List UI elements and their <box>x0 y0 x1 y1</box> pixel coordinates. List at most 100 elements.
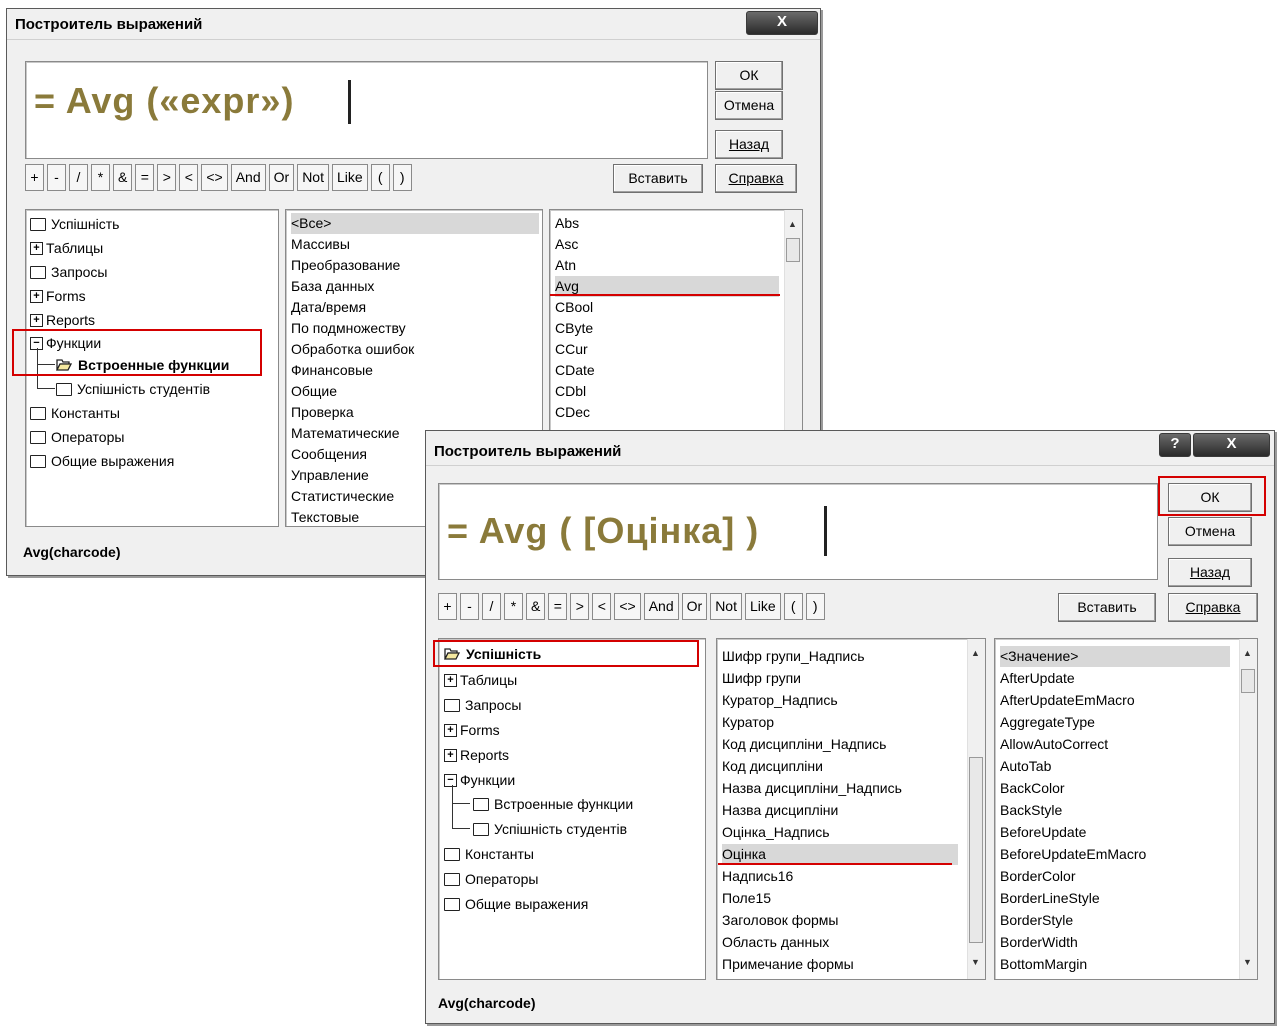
list-item[interactable]: Область данных <box>722 932 829 953</box>
list-item[interactable]: AutoTab <box>1000 756 1051 777</box>
list-item[interactable]: Назва дисципліни <box>722 800 838 821</box>
list-item[interactable]: Массивы <box>291 234 350 255</box>
title-bar[interactable]: Построитель выражений X <box>7 9 820 40</box>
list-item[interactable]: Надпись16 <box>722 866 793 887</box>
scroll-thumb[interactable] <box>969 757 983 943</box>
list-item[interactable]: AggregateType <box>1000 712 1095 733</box>
help-button[interactable]: Справка <box>715 164 797 193</box>
expand-icon[interactable]: + <box>30 289 43 303</box>
list-item[interactable]: BorderWidth <box>1000 932 1078 953</box>
op-minus[interactable]: - <box>47 164 66 191</box>
op-like[interactable]: Like <box>331 164 368 191</box>
list-item[interactable]: Сообщения <box>291 444 367 465</box>
tree-item-reports[interactable]: + Reports <box>444 744 509 766</box>
list-item[interactable]: CDec <box>555 402 590 423</box>
op-open-paren[interactable]: ( <box>783 593 803 620</box>
list-item[interactable]: BeforeUpdate <box>1000 822 1086 843</box>
help-button[interactable]: Справка <box>1168 593 1258 622</box>
op-equal[interactable]: = <box>135 164 155 191</box>
back-button[interactable]: Назад <box>1168 558 1252 587</box>
expand-icon[interactable]: + <box>444 673 457 687</box>
close-button[interactable]: X <box>1193 433 1270 457</box>
tree-item-forms[interactable]: + Forms <box>30 285 86 307</box>
field-list[interactable]: Шифр групи_Надпись Шифр групи Куратор_На… <box>716 638 986 980</box>
op-greater[interactable]: > <box>157 164 177 191</box>
list-item[interactable]: AfterUpdate <box>1000 668 1075 689</box>
tree-item-operators[interactable]: Операторы <box>444 868 538 890</box>
op-and[interactable]: And <box>230 164 266 191</box>
list-item[interactable]: CByte <box>555 318 593 339</box>
close-button[interactable]: X <box>746 11 818 35</box>
scrollbar[interactable]: ▲ ▼ <box>1239 639 1257 979</box>
tree-item-queries[interactable]: Запросы <box>30 261 107 283</box>
op-close-paren[interactable]: ) <box>805 593 825 620</box>
op-concat[interactable]: & <box>526 593 546 620</box>
op-not[interactable]: Not <box>710 593 742 620</box>
tree-item-uspishnist-studentiv[interactable]: Успішність студентів <box>56 378 210 400</box>
tree-item-forms[interactable]: + Forms <box>444 719 500 741</box>
list-item[interactable]: Управление <box>291 465 369 486</box>
property-list[interactable]: <Значение> AfterUpdate AfterUpdateEmMacr… <box>994 638 1258 980</box>
back-button[interactable]: Назад <box>715 130 783 159</box>
scroll-up-icon[interactable]: ▲ <box>971 648 980 658</box>
list-item[interactable]: Asc <box>555 234 578 255</box>
op-greater[interactable]: > <box>570 593 590 620</box>
list-item[interactable]: Примечание формы <box>722 954 854 975</box>
title-bar[interactable]: Построитель выражений ? X <box>426 431 1274 466</box>
tree-item-common-expressions[interactable]: Общие выражения <box>444 893 588 915</box>
list-item[interactable]: Назва дисципліни_Надпись <box>722 778 902 799</box>
list-item[interactable]: Оцінка_Надпись <box>722 822 830 843</box>
list-item[interactable]: Код дисципліни <box>722 756 823 777</box>
op-like[interactable]: Like <box>744 593 781 620</box>
list-item[interactable]: Преобразование <box>291 255 400 276</box>
tree-item-reports[interactable]: + Reports <box>30 309 95 331</box>
tree-item-constants[interactable]: Константы <box>444 843 534 865</box>
collapse-icon[interactable]: − <box>444 773 457 787</box>
list-item[interactable]: CDbl <box>555 381 586 402</box>
list-item[interactable]: Abs <box>555 213 579 234</box>
list-item[interactable]: Обработка ошибок <box>291 339 414 360</box>
cancel-button[interactable]: Отмена <box>1168 517 1252 546</box>
ok-button[interactable]: ОК <box>715 61 783 90</box>
tree-item-builtin-functions[interactable]: Встроенные функции <box>473 793 633 815</box>
list-item[interactable]: BackStyle <box>1000 800 1062 821</box>
tree-item-uspishnist-studentiv[interactable]: Успішність студентів <box>473 818 627 840</box>
list-item[interactable]: Финансовые <box>291 360 373 381</box>
op-equal[interactable]: = <box>548 593 568 620</box>
help-title-button[interactable]: ? <box>1159 433 1191 457</box>
list-item[interactable]: BottomMargin <box>1000 954 1087 975</box>
tree-item-uspishnist[interactable]: Успішність <box>30 213 119 235</box>
object-tree[interactable]: Успішність + Таблицы Запросы + Forms + Repo… <box>438 638 706 980</box>
expand-icon[interactable]: + <box>444 748 457 762</box>
op-close-paren[interactable]: ) <box>392 164 412 191</box>
expand-icon[interactable]: + <box>444 723 457 737</box>
list-item[interactable]: База данных <box>291 276 374 297</box>
tree-item-constants[interactable]: Константы <box>30 402 120 424</box>
tree-item-operators[interactable]: Операторы <box>30 426 124 448</box>
scrollbar[interactable]: ▲ ▼ <box>967 639 985 979</box>
op-or[interactable]: Or <box>681 593 708 620</box>
tree-item-tables[interactable]: + Таблицы <box>30 237 103 259</box>
op-not-equal[interactable]: <> <box>201 164 228 191</box>
scroll-up-icon[interactable]: ▲ <box>1243 648 1252 658</box>
list-item[interactable]: Куратор_Надпись <box>722 690 838 711</box>
list-item[interactable]: Куратор <box>722 712 774 733</box>
op-less[interactable]: < <box>592 593 612 620</box>
list-item[interactable]: Дата/время <box>291 297 366 318</box>
op-not[interactable]: Not <box>297 164 329 191</box>
op-open-paren[interactable]: ( <box>370 164 390 191</box>
list-item-selected[interactable]: Оцінка <box>722 844 958 865</box>
scroll-up-icon[interactable]: ▲ <box>788 219 797 229</box>
scroll-thumb[interactable] <box>786 238 800 262</box>
list-item[interactable]: Статистические <box>291 486 394 507</box>
list-item[interactable]: BackColor <box>1000 778 1065 799</box>
op-divide[interactable]: / <box>69 164 88 191</box>
op-or[interactable]: Or <box>268 164 295 191</box>
list-item[interactable]: Текстовые <box>291 507 359 526</box>
list-item-selected[interactable]: <Значение> <box>1000 646 1230 667</box>
list-item[interactable]: BorderLineStyle <box>1000 888 1100 909</box>
list-item[interactable]: Код дисципліни_Надпись <box>722 734 886 755</box>
scroll-down-icon[interactable]: ▼ <box>1243 957 1252 967</box>
list-item[interactable]: Проверка <box>291 402 354 423</box>
expand-icon[interactable]: + <box>30 241 43 255</box>
